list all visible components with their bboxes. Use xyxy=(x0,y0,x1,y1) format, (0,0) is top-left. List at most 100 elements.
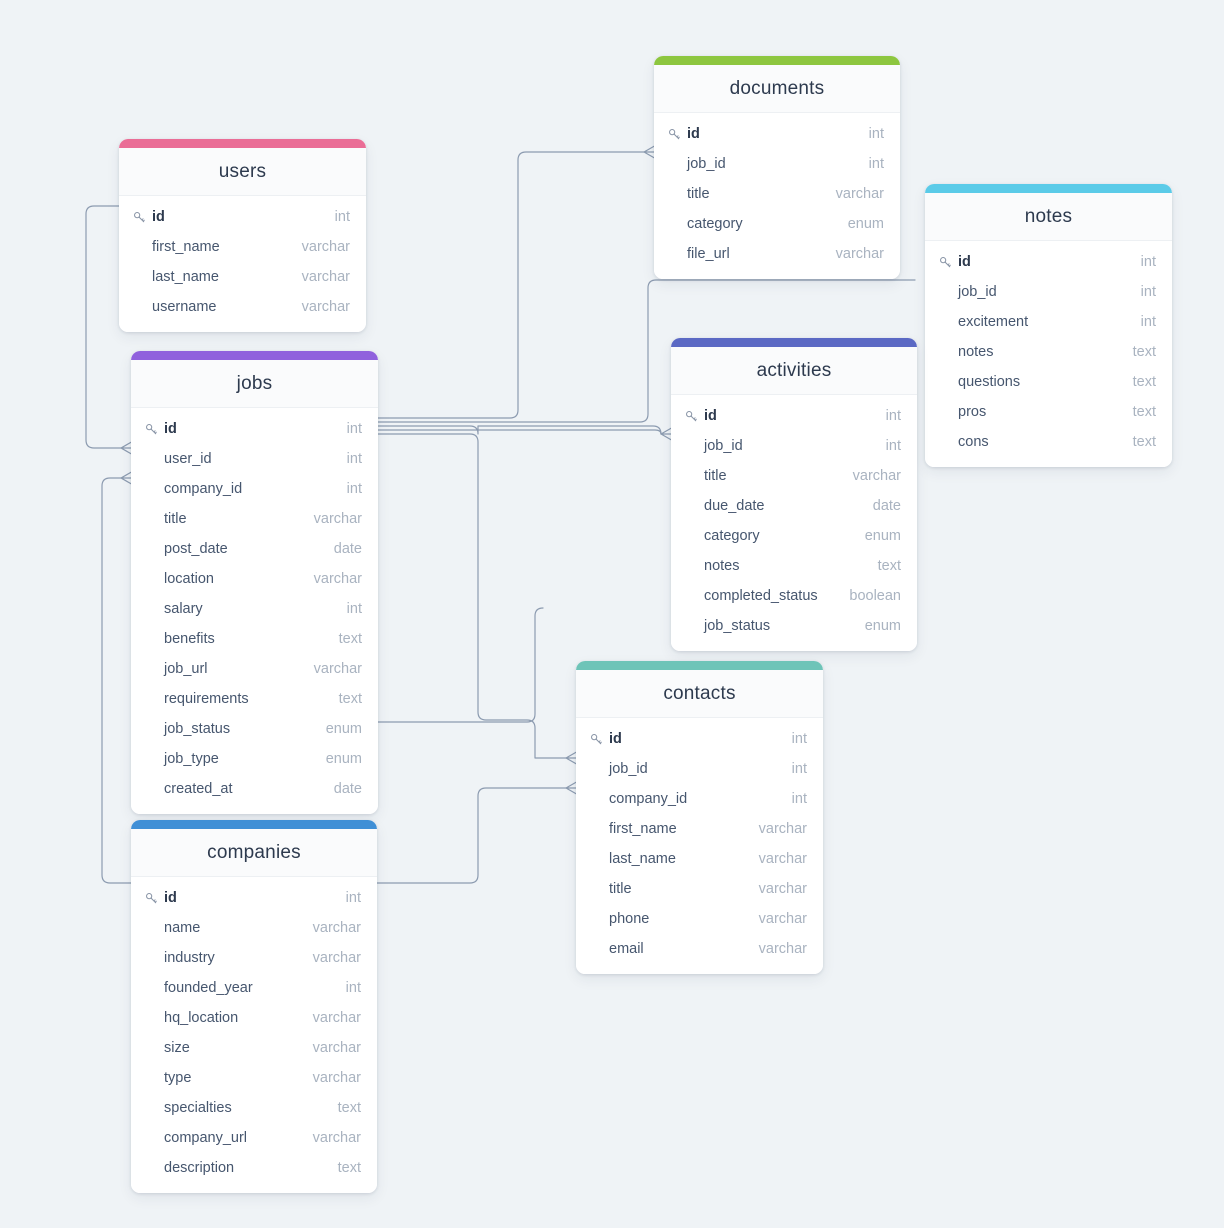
field-name: last_name xyxy=(609,851,676,867)
field-row[interactable]: completed_status boolean xyxy=(671,581,917,611)
field-row[interactable]: job_status enum xyxy=(671,611,917,641)
field-type: text xyxy=(338,691,362,707)
field-row[interactable]: job_url varchar xyxy=(131,654,378,684)
field-name: job_id xyxy=(687,156,726,172)
field-name: company_id xyxy=(164,481,243,497)
field-type: text xyxy=(1132,434,1156,450)
field-row[interactable]: id int xyxy=(119,202,366,232)
field-row[interactable]: name varchar xyxy=(131,913,377,943)
primary-key-icon xyxy=(685,410,702,423)
er-diagram-canvas[interactable]: users id int first_name varchar last_name var… xyxy=(0,0,1224,1228)
field-row[interactable]: salary int xyxy=(131,594,378,624)
table-card-users[interactable]: users id int first_name varchar last_name var… xyxy=(119,139,366,332)
field-type: varchar xyxy=(312,1070,361,1086)
field-row[interactable]: id int xyxy=(576,724,823,754)
field-row[interactable]: username varchar xyxy=(119,292,366,322)
field-row[interactable]: questions text xyxy=(925,367,1172,397)
field-row[interactable]: title varchar xyxy=(671,461,917,491)
field-row[interactable]: excitement int xyxy=(925,307,1172,337)
field-row[interactable]: company_url varchar xyxy=(131,1123,377,1153)
field-name: job_type xyxy=(164,751,219,767)
edge-users-jobs xyxy=(85,205,122,449)
table-title: notes xyxy=(925,193,1172,241)
field-row[interactable]: file_url varchar xyxy=(654,239,900,269)
field-row[interactable]: id int xyxy=(671,401,917,431)
field-row[interactable]: last_name varchar xyxy=(119,262,366,292)
field-row[interactable]: first_name varchar xyxy=(576,814,823,844)
field-name: title xyxy=(609,881,632,897)
field-row[interactable]: industry varchar xyxy=(131,943,377,973)
field-type: int xyxy=(346,451,362,467)
field-row[interactable]: size varchar xyxy=(131,1033,377,1063)
field-row[interactable]: notes text xyxy=(671,551,917,581)
field-name: completed_status xyxy=(704,588,818,604)
field-row[interactable]: phone varchar xyxy=(576,904,823,934)
field-row[interactable]: title varchar xyxy=(576,874,823,904)
field-row[interactable]: created_at date xyxy=(131,774,378,804)
field-list: id int job_id int excitement int notes text ques… xyxy=(925,241,1172,467)
field-row[interactable]: company_id int xyxy=(131,474,378,504)
field-row[interactable]: hq_location varchar xyxy=(131,1003,377,1033)
table-card-contacts[interactable]: contacts id int job_id int company_id int firs… xyxy=(576,661,823,974)
field-row[interactable]: requirements text xyxy=(131,684,378,714)
field-row[interactable]: cons text xyxy=(925,427,1172,457)
table-card-notes[interactable]: notes id int job_id int excitement int notes te… xyxy=(925,184,1172,467)
field-row[interactable]: category enum xyxy=(671,521,917,551)
field-name: file_url xyxy=(687,246,730,262)
field-row[interactable]: user_id int xyxy=(131,444,378,474)
field-row[interactable]: job_id int xyxy=(576,754,823,784)
field-type: text xyxy=(877,558,901,574)
field-row[interactable]: notes text xyxy=(925,337,1172,367)
field-row[interactable]: job_id int xyxy=(671,431,917,461)
field-type: text xyxy=(337,1100,361,1116)
field-row[interactable]: type varchar xyxy=(131,1063,377,1093)
field-type: varchar xyxy=(758,881,807,897)
field-type: int xyxy=(346,421,362,437)
field-row[interactable]: pros text xyxy=(925,397,1172,427)
field-row[interactable]: location varchar xyxy=(131,564,378,594)
field-row[interactable]: id int xyxy=(654,119,900,149)
field-name: email xyxy=(609,941,644,957)
table-card-jobs[interactable]: jobs id int user_id int company_id int title va… xyxy=(131,351,378,814)
field-row[interactable]: job_type enum xyxy=(131,744,378,774)
field-row[interactable]: founded_year int xyxy=(131,973,377,1003)
field-row[interactable]: benefits text xyxy=(131,624,378,654)
field-type: varchar xyxy=(301,269,350,285)
table-title: contacts xyxy=(576,670,823,718)
field-name: name xyxy=(164,920,201,936)
field-row[interactable]: company_id int xyxy=(576,784,823,814)
field-row[interactable]: title varchar xyxy=(131,504,378,534)
field-name: notes xyxy=(704,558,740,574)
field-name: location xyxy=(164,571,214,587)
field-row[interactable]: id int xyxy=(131,414,378,444)
field-type: int xyxy=(868,126,884,142)
edge-jobs-activities xyxy=(377,429,662,435)
field-row[interactable]: id int xyxy=(131,883,377,913)
field-type: varchar xyxy=(835,186,884,202)
field-row[interactable]: category enum xyxy=(654,209,900,239)
table-title: companies xyxy=(131,829,377,877)
table-card-documents[interactable]: documents id int job_id int title varchar cate… xyxy=(654,56,900,279)
field-row[interactable]: first_name varchar xyxy=(119,232,366,262)
primary-key-icon xyxy=(145,892,162,905)
table-card-companies[interactable]: companies id int name varchar industry varcha… xyxy=(131,820,377,1193)
field-row[interactable]: id int xyxy=(925,247,1172,277)
field-type: int xyxy=(885,438,901,454)
field-row[interactable]: description text xyxy=(131,1153,377,1183)
field-row[interactable]: specialties text xyxy=(131,1093,377,1123)
field-row[interactable]: due_date date xyxy=(671,491,917,521)
field-row[interactable]: job_id int xyxy=(654,149,900,179)
field-type: int xyxy=(868,156,884,172)
field-row[interactable]: job_id int xyxy=(925,277,1172,307)
table-card-activities[interactable]: activities id int job_id int title varchar due… xyxy=(671,338,917,651)
field-row[interactable]: job_status enum xyxy=(131,714,378,744)
field-name: first_name xyxy=(152,239,220,255)
field-row[interactable]: email varchar xyxy=(576,934,823,964)
field-row[interactable]: title varchar xyxy=(654,179,900,209)
field-row[interactable]: last_name varchar xyxy=(576,844,823,874)
field-row[interactable]: post_date date xyxy=(131,534,378,564)
field-name: company_url xyxy=(164,1130,248,1146)
field-name: job_status xyxy=(704,618,771,634)
field-name: category xyxy=(704,528,760,544)
field-name: type xyxy=(164,1070,192,1086)
